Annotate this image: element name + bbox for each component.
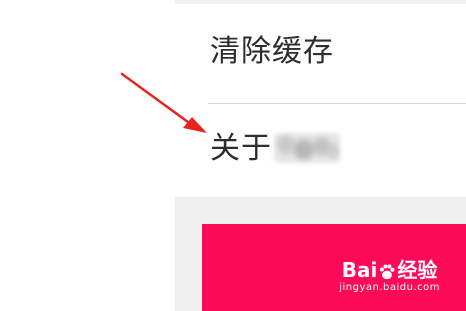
watermark-url: jingyan.baidu.com	[339, 282, 440, 293]
annotation-arrow-icon	[120, 72, 207, 133]
watermark-logo: Bai 经验	[339, 258, 440, 282]
watermark-brand-suffix: 经验	[397, 258, 438, 282]
watermark-brand-prefix: Bai	[341, 258, 378, 282]
left-blank-area	[0, 0, 175, 311]
about-label-group: 关于	[210, 129, 340, 169]
baidu-paw-icon	[380, 264, 395, 279]
screenshot-page: 清除缓存 关于 Bai 经验 jingyan.baidu.com	[0, 0, 466, 311]
blurred-app-name	[274, 132, 340, 163]
baidu-jingyan-watermark: Bai 经验 jingyan.baidu.com	[339, 258, 440, 294]
clear-cache-label: 清除缓存	[210, 34, 334, 69]
